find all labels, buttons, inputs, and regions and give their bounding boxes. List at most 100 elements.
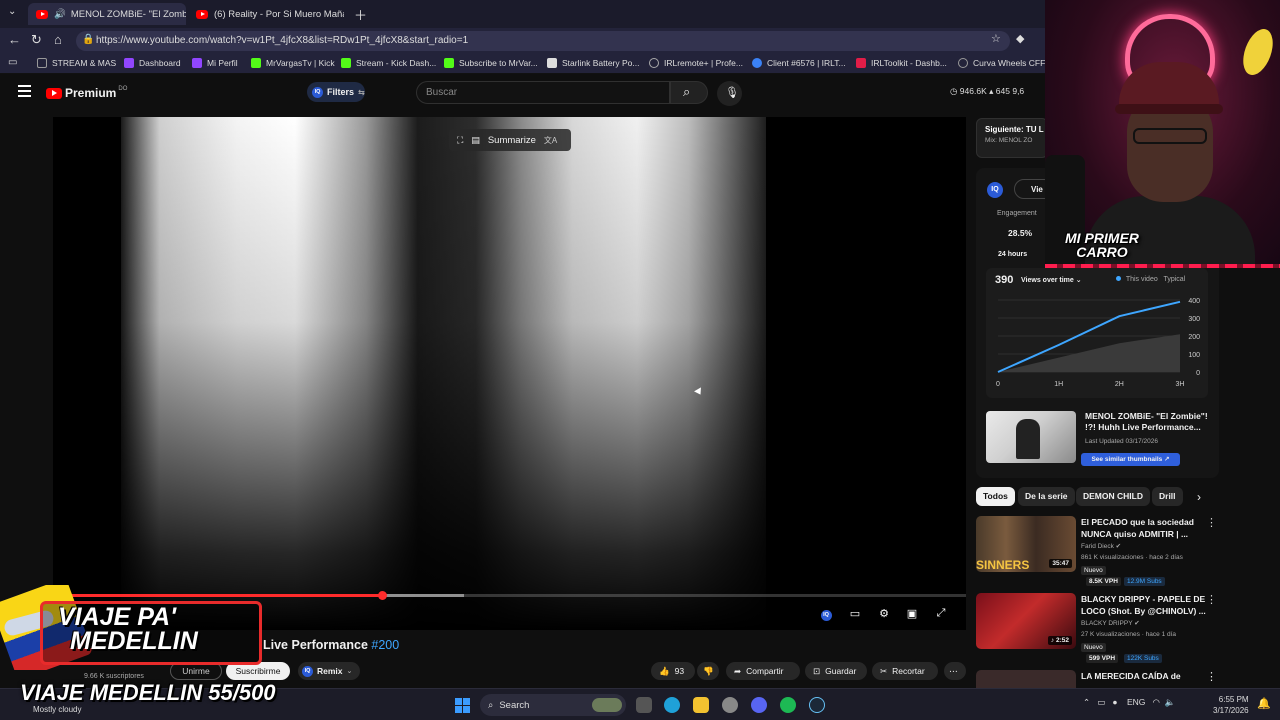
video-thumbnail[interactable]: ♪ 2:52 (976, 593, 1076, 649)
chip-todos[interactable]: Todos (976, 487, 1015, 506)
search-input[interactable]: Buscar (416, 81, 670, 104)
bookmark-item[interactable]: Stream - Kick Dash... (341, 58, 436, 68)
bookmark-item[interactable]: Client #6576 | IRLT... (752, 58, 846, 68)
video-meta: 27 K visualizaciones · hace 1 día (1081, 631, 1177, 638)
subtitles-icon[interactable]: ▭ (847, 607, 863, 621)
vidiq-player-icon[interactable]: IQ (818, 607, 834, 621)
tab-menol-zombie[interactable]: 🔊 MENOL ZOMBiE- "El Zombie" ✕ (28, 3, 186, 25)
favorite-icon[interactable]: ☆ (991, 32, 1001, 45)
bookmarks-bar: ▭ STREAM & MAS Dashboard Mi Perfil MrVar… (0, 54, 1055, 74)
task-view-icon[interactable] (636, 697, 652, 713)
hamburger-menu-icon[interactable] (18, 85, 31, 97)
banana-icon (1237, 25, 1279, 79)
bookmark-item[interactable]: IRLremote+ | Profe... (649, 58, 743, 68)
bookmark-item[interactable]: MrVargasTv | Kick (251, 58, 335, 68)
starlink-icon (547, 58, 557, 68)
video-player[interactable]: ⛶ ▤ Summarize 文A IQ ▭ ⚙ ▣ ⤢ (53, 117, 966, 630)
recommendation-thumbnail-partial[interactable] (976, 670, 1076, 688)
mic-tray-icon[interactable]: ● (1112, 697, 1117, 707)
settings-icon[interactable]: ⚙ (876, 607, 892, 621)
chip-de-la-serie[interactable]: De la serie (1018, 487, 1075, 506)
vidiq-icon: IQ (312, 86, 323, 98)
filters-button[interactable]: IQ Filters ⇆ (307, 82, 365, 102)
bookmark-item[interactable]: STREAM & MAS (37, 58, 116, 68)
share-button[interactable]: ➦ Compartir (726, 662, 800, 680)
bookmark-icon: ⊡ (813, 665, 821, 676)
hours-tab[interactable]: 24 hours (998, 251, 1027, 258)
taskbar-clock[interactable]: 6:55 PM 3/17/2026 (1213, 694, 1249, 716)
youtube-premium-logo[interactable]: Premium DO (46, 86, 127, 100)
thumbs-down-icon: 👎 (703, 665, 714, 676)
recommendation-item[interactable]: SINNERS 35:47 El PECADO que la sociedad … (976, 516, 1217, 586)
home-icon[interactable]: ⌂ (54, 32, 62, 47)
similar-thumbnails-button[interactable]: See similar thumbnails ↗ (1081, 453, 1180, 466)
bookmark-item[interactable]: Dashboard (124, 58, 181, 68)
like-button[interactable]: 👍 93 (651, 662, 695, 680)
bookmark-item[interactable]: Subscribe to MrVar... (444, 58, 538, 68)
views-dropdown[interactable]: Views over time ⌄ (1021, 276, 1082, 284)
reload-icon[interactable]: ↻ (31, 32, 42, 48)
y-tick-label: 200 (1188, 334, 1200, 341)
channel-name[interactable]: BLACKY DRIPPY ✔ (1081, 619, 1140, 627)
folder-icon (37, 58, 47, 68)
video-thumbnail-preview[interactable] (986, 411, 1076, 463)
windows-start-icon[interactable] (455, 698, 470, 713)
more-actions-button[interactable]: ⋯ (944, 662, 966, 680)
browser-toolbar: ← ↻ ⌂ 🔒 https://www.youtube.com/watch?v=… (0, 28, 1045, 54)
file-explorer-icon[interactable] (693, 697, 709, 713)
remix-button[interactable]: IQ Remix ⌄ (298, 662, 360, 680)
wifi-icon[interactable]: ◠ (1152, 697, 1159, 707)
steam-icon[interactable] (809, 697, 825, 713)
voice-search-button[interactable]: 🎙 (717, 81, 742, 106)
address-bar[interactable]: 🔒 https://www.youtube.com/watch?v=w1Pt_4… (76, 31, 1010, 51)
theater-mode-icon[interactable]: ▣ (904, 607, 920, 621)
video-thumbnail[interactable]: SINNERS 35:47 (976, 516, 1076, 572)
x-tick-label: 0 (996, 381, 1000, 388)
back-icon[interactable]: ← (8, 32, 21, 47)
twitch-icon (124, 58, 134, 68)
spotify-icon[interactable] (780, 697, 796, 713)
edge-icon[interactable] (664, 697, 680, 713)
search-button[interactable]: ⌕ (670, 81, 708, 104)
more-vert-icon[interactable]: ⋮ (1206, 593, 1217, 606)
volume-icon[interactable]: 🔈 (1165, 697, 1176, 707)
site-info-icon[interactable]: 🔒 (82, 34, 94, 45)
chip-demon-child[interactable]: DEMON CHILD (1076, 487, 1150, 506)
progress-scrubber[interactable] (377, 591, 387, 600)
search-highlight-icon (592, 698, 622, 712)
discord-icon[interactable] (751, 697, 767, 713)
up-next-card[interactable]: Siguiente: TU L Mix: MENOL ZO (976, 118, 1048, 158)
bookmark-item[interactable]: Mi Perfil (192, 58, 238, 68)
language-indicator[interactable]: ENG (1127, 697, 1145, 707)
notification-bell-icon[interactable]: 🔔 (1257, 697, 1271, 710)
clip-button[interactable]: ✂ Recortar (872, 662, 938, 680)
kick-icon (251, 58, 261, 68)
chevron-up-icon[interactable]: ⌃ (1083, 697, 1090, 707)
taskbar-search[interactable]: ⌕ Search (480, 694, 626, 716)
fullscreen-icon[interactable]: ⤢ (933, 607, 949, 621)
more-vert-icon[interactable]: ⋮ (1206, 670, 1217, 683)
extension-icon[interactable]: ◆ (1016, 32, 1024, 45)
recommendation-item[interactable]: ♪ 2:52 BLACKY DRIPPY - PAPELE DE LOCO (S… (976, 593, 1217, 663)
bookmark-item[interactable]: Curva Wheels CFF76 (958, 58, 1055, 68)
save-button[interactable]: ⊡ Guardar (805, 662, 867, 680)
new-tab-icon[interactable]: ＋ (354, 5, 367, 24)
summarize-button[interactable]: ⛶ ▤ Summarize 文A (449, 129, 571, 151)
dislike-button[interactable]: 👎 (697, 662, 719, 680)
bookmark-item[interactable]: Starlink Battery Po... (547, 58, 639, 68)
webcam-overlay: MI PRIMER CARRO (1045, 0, 1280, 268)
tab-reality[interactable]: (6) Reality - Por Si Muero Mañana ✕ (188, 3, 344, 25)
channel-name[interactable]: Farid Dieck ✔ (1081, 542, 1121, 550)
weather-widget[interactable]: Mostly cloudy (33, 705, 81, 714)
network-icon[interactable]: ▭ (1097, 697, 1105, 707)
more-vert-icon[interactable]: ⋮ (1206, 516, 1217, 529)
hashtag-link[interactable]: #200 (371, 638, 399, 652)
chevron-right-icon[interactable]: › (1197, 490, 1201, 504)
tab-list-icon[interactable]: ⌄ (8, 6, 16, 17)
tab-sound-icon[interactable]: 🔊 (54, 9, 66, 20)
reading-list-icon[interactable]: ▭ (8, 57, 17, 68)
chip-drill[interactable]: Drill (1152, 487, 1183, 506)
system-tray[interactable]: ⌃ ▭ ● ENG ◠ 🔈 (1083, 697, 1175, 708)
chrome-icon[interactable] (722, 697, 738, 713)
bookmark-item[interactable]: IRLToolkit - Dashb... (856, 58, 947, 68)
